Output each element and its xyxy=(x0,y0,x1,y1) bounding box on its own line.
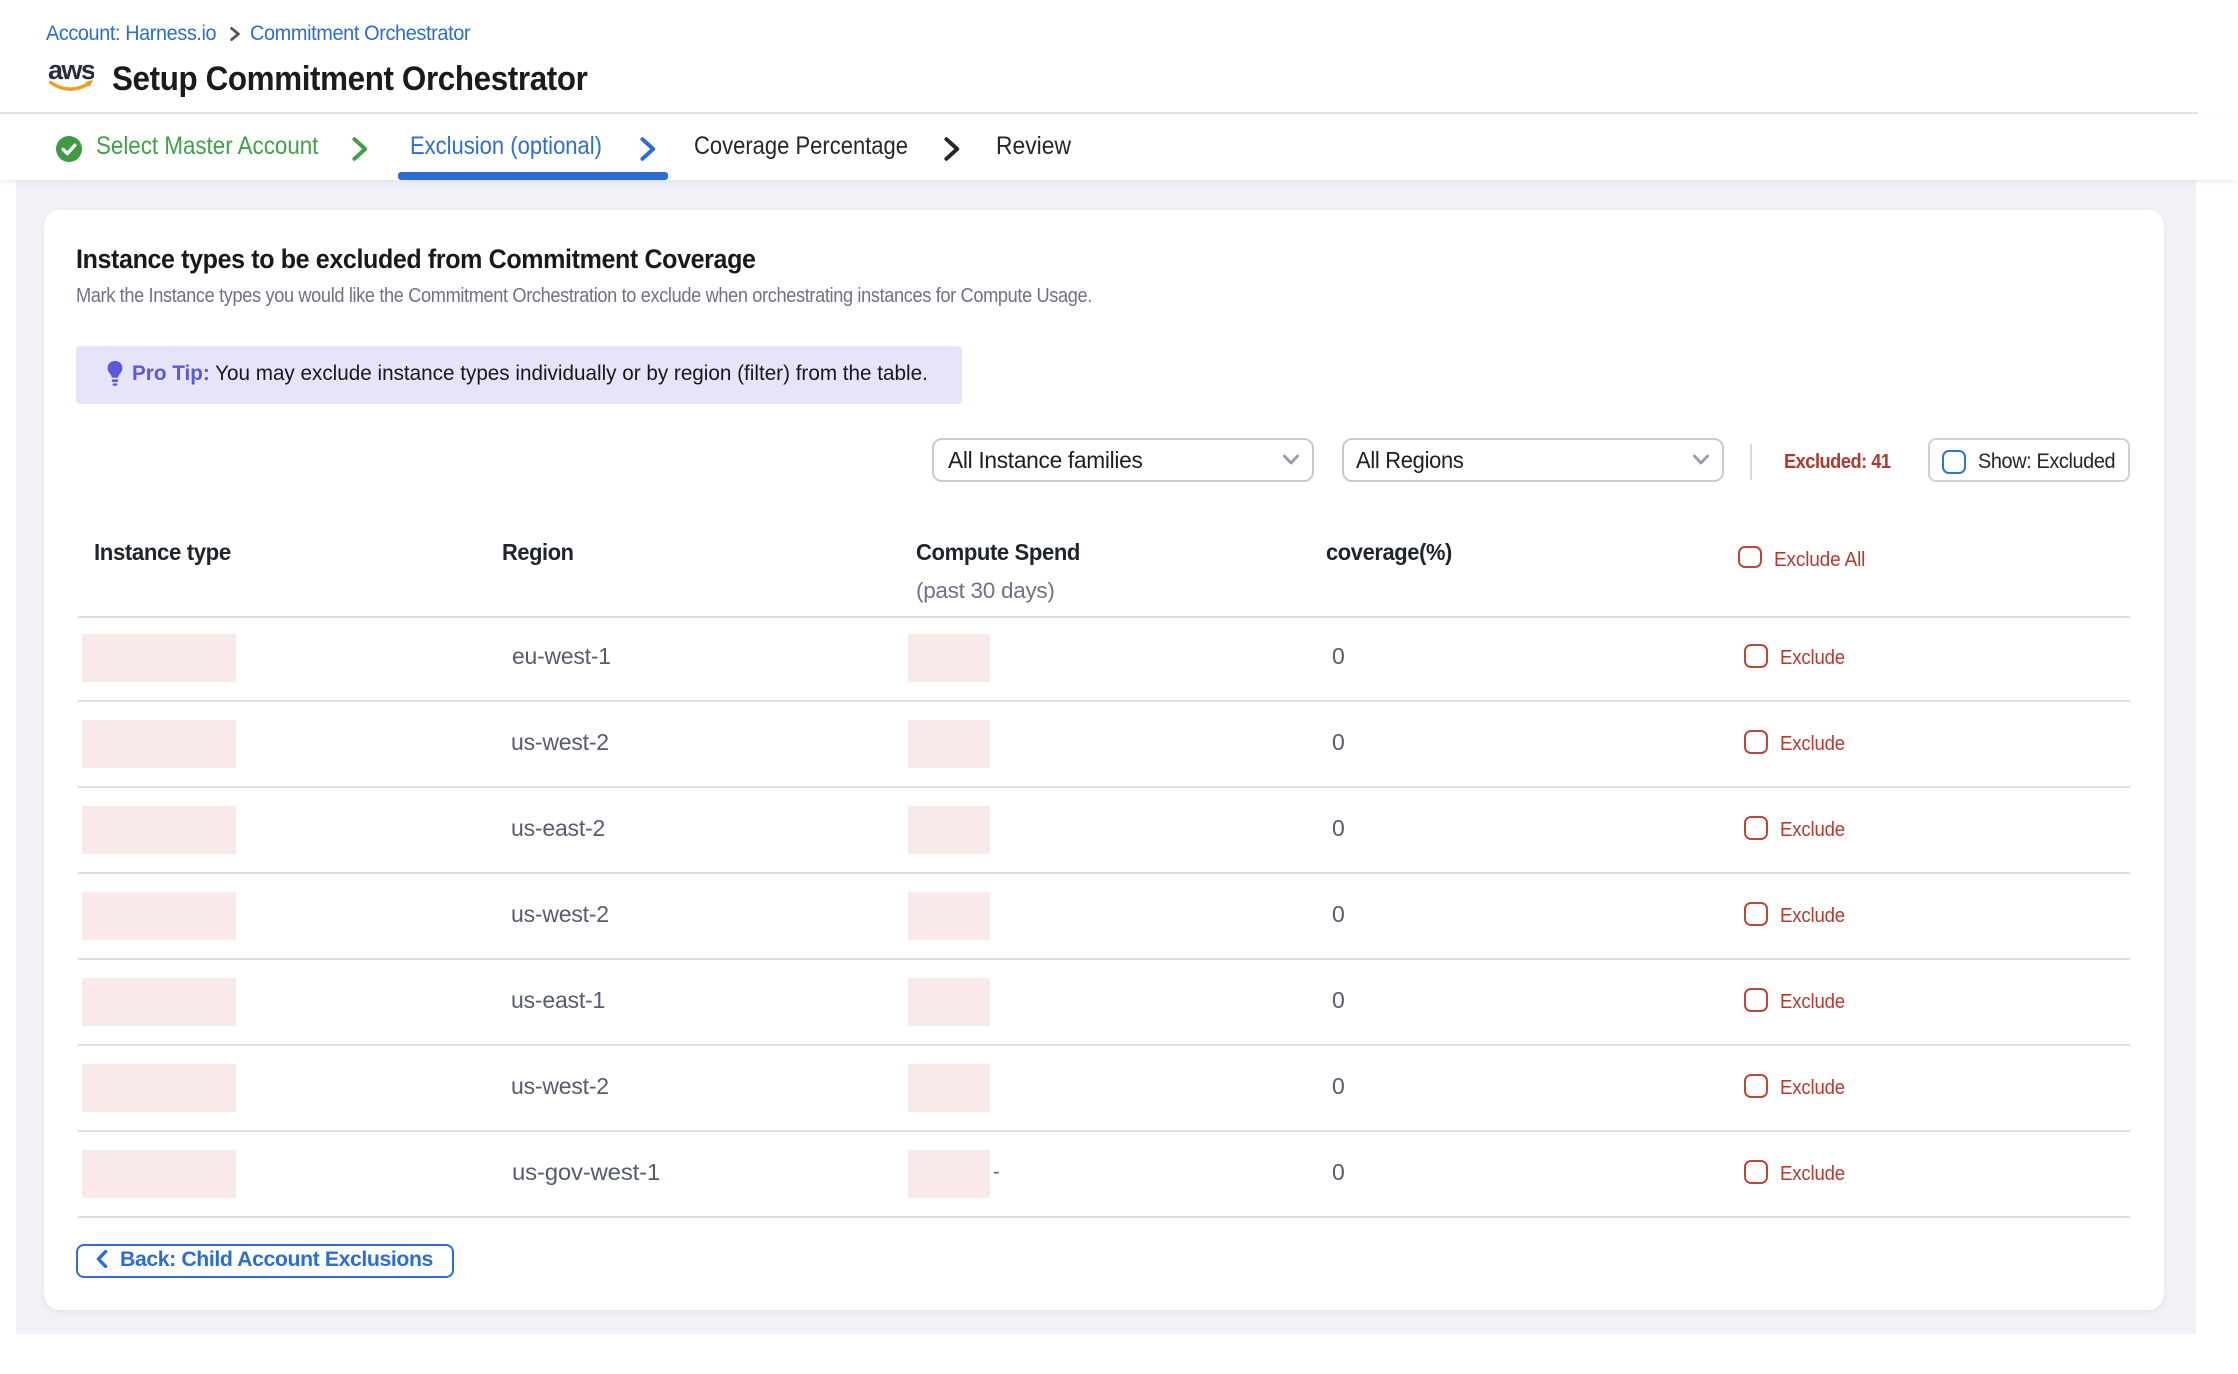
svg-text:aws: aws xyxy=(47,59,93,84)
